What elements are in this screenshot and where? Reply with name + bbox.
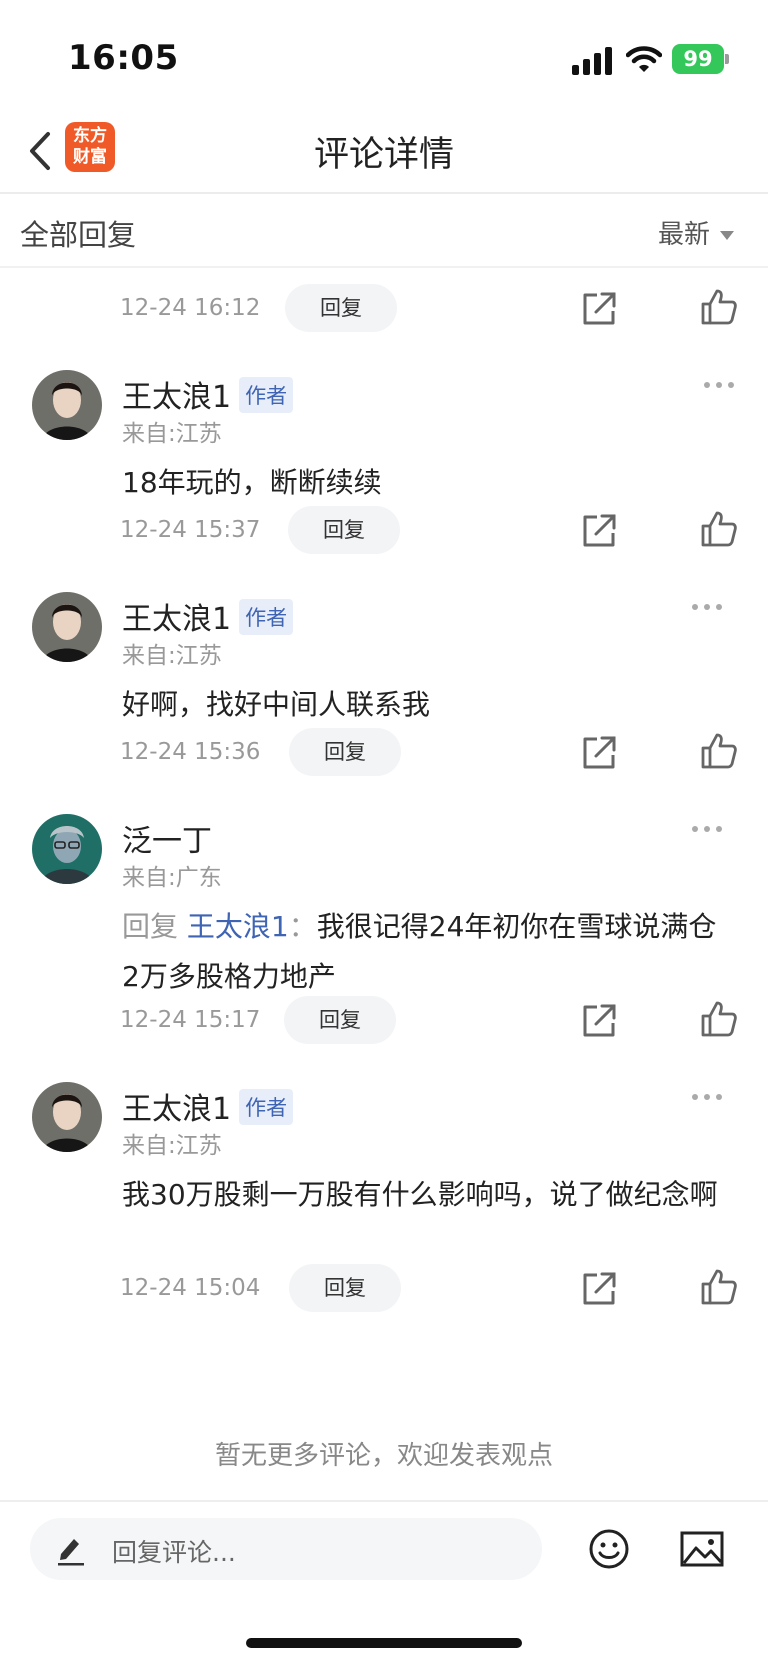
comment-item: 泛一丁 来自:广东 回复 王太浪1：我很记得24年初你在雪球说满仓2万多股格力地… bbox=[0, 814, 768, 1014]
action-row: 12-24 15:17 回复 bbox=[0, 996, 768, 1046]
comment-username[interactable]: 王太浪1 作者 bbox=[122, 594, 294, 638]
pencil-icon bbox=[58, 1539, 84, 1566]
image-icon[interactable] bbox=[680, 1530, 724, 1568]
caret-down-icon bbox=[720, 231, 734, 240]
nav-bar: 东方 财富 评论详情 bbox=[0, 110, 768, 194]
username-text: 王太浪1 bbox=[122, 380, 232, 415]
reply-input-placeholder: 回复评论... bbox=[112, 1538, 236, 1567]
reply-button[interactable]: 回复 bbox=[285, 284, 397, 332]
share-icon[interactable] bbox=[580, 1270, 618, 1308]
comment-location: 来自:江苏 bbox=[122, 643, 222, 669]
share-icon[interactable] bbox=[580, 512, 618, 550]
action-row: 12-24 15:36 回复 bbox=[0, 728, 768, 778]
reply-prefix: 回复 bbox=[122, 910, 187, 943]
more-icon[interactable] bbox=[690, 602, 724, 612]
comment-content: 18年玩的，断断续续 bbox=[122, 466, 382, 499]
share-icon[interactable] bbox=[580, 734, 618, 772]
reply-comment-input[interactable]: 回复评论... bbox=[30, 1518, 542, 1580]
status-time: 16:05 bbox=[68, 38, 179, 78]
more-icon[interactable] bbox=[690, 1092, 724, 1102]
comment-content: 好啊，找好中间人联系我 bbox=[122, 688, 431, 721]
emoji-icon[interactable] bbox=[588, 1528, 630, 1570]
comment-username[interactable]: 王太浪1 作者 bbox=[122, 1084, 294, 1128]
like-icon[interactable] bbox=[700, 1000, 738, 1038]
reply-button[interactable]: 回复 bbox=[284, 996, 396, 1044]
signal-icon bbox=[572, 47, 612, 75]
reply-button[interactable]: 回复 bbox=[289, 728, 401, 776]
comment-username[interactable]: 王太浪1 作者 bbox=[122, 372, 294, 416]
like-icon[interactable] bbox=[700, 288, 738, 326]
sort-dropdown[interactable]: 最新 bbox=[658, 214, 734, 251]
username-text: 王太浪1 bbox=[122, 602, 232, 637]
action-row: 12-24 16:12 回复 bbox=[0, 284, 768, 334]
page-title: 评论详情 bbox=[313, 135, 454, 175]
battery-level: 99 bbox=[672, 44, 724, 74]
timestamp: 12-24 15:04 bbox=[120, 1275, 261, 1301]
comment-location: 来自:江苏 bbox=[122, 421, 222, 447]
status-bar: 16:05 99 bbox=[0, 0, 768, 110]
avatar[interactable] bbox=[32, 370, 102, 440]
like-icon[interactable] bbox=[700, 1268, 738, 1306]
reply-to-user-link[interactable]: 王太浪1 bbox=[187, 910, 289, 943]
comment-item: 王太浪1 作者 来自:江苏 我30万股剩一万股有什么影响吗，说了做纪念啊 bbox=[0, 1082, 768, 1282]
battery-indicator: 99 bbox=[672, 44, 729, 74]
author-badge: 作者 bbox=[239, 377, 294, 413]
more-icon[interactable] bbox=[702, 380, 736, 390]
bottom-input-bar: 回复评论... bbox=[0, 1500, 768, 1663]
comment-content: 我30万股剩一万股有什么影响吗，说了做纪念啊 bbox=[122, 1178, 718, 1211]
reply-button[interactable]: 回复 bbox=[288, 506, 400, 554]
timestamp: 12-24 15:37 bbox=[120, 517, 261, 543]
reply-separator: ： bbox=[288, 910, 317, 943]
home-indicator bbox=[246, 1638, 522, 1648]
more-icon[interactable] bbox=[690, 824, 724, 834]
share-icon[interactable] bbox=[580, 290, 618, 328]
like-icon[interactable] bbox=[700, 510, 738, 548]
no-more-comments-text: 暂无更多评论，欢迎发表观点 bbox=[214, 1441, 553, 1471]
author-badge: 作者 bbox=[239, 599, 294, 635]
comment-username[interactable]: 泛一丁 bbox=[122, 816, 212, 860]
comment-location: 来自:江苏 bbox=[122, 1133, 222, 1159]
avatar[interactable] bbox=[32, 814, 102, 884]
author-badge: 作者 bbox=[239, 1089, 294, 1125]
comment-location: 来自:广东 bbox=[122, 865, 222, 891]
comment-content: 回复 王太浪1：我很记得24年初你在雪球说满仓2万多股格力地产 bbox=[122, 902, 722, 1002]
filter-label: 全部回复 bbox=[20, 218, 137, 252]
avatar[interactable] bbox=[32, 592, 102, 662]
timestamp: 12-24 16:12 bbox=[120, 295, 261, 321]
battery-cap bbox=[725, 54, 729, 64]
avatar[interactable] bbox=[32, 1082, 102, 1152]
action-row: 12-24 15:04 回复 bbox=[0, 1264, 768, 1314]
like-icon[interactable] bbox=[700, 732, 738, 770]
reply-button[interactable]: 回复 bbox=[289, 1264, 401, 1312]
timestamp: 12-24 15:17 bbox=[120, 1007, 261, 1033]
wifi-icon bbox=[626, 46, 662, 72]
sort-label: 最新 bbox=[657, 220, 710, 250]
filter-bar: 全部回复 最新 bbox=[0, 196, 768, 268]
timestamp: 12-24 15:36 bbox=[120, 739, 261, 765]
share-icon[interactable] bbox=[580, 1002, 618, 1040]
username-text: 王太浪1 bbox=[122, 1092, 232, 1127]
action-row: 12-24 15:37 回复 bbox=[0, 506, 768, 556]
